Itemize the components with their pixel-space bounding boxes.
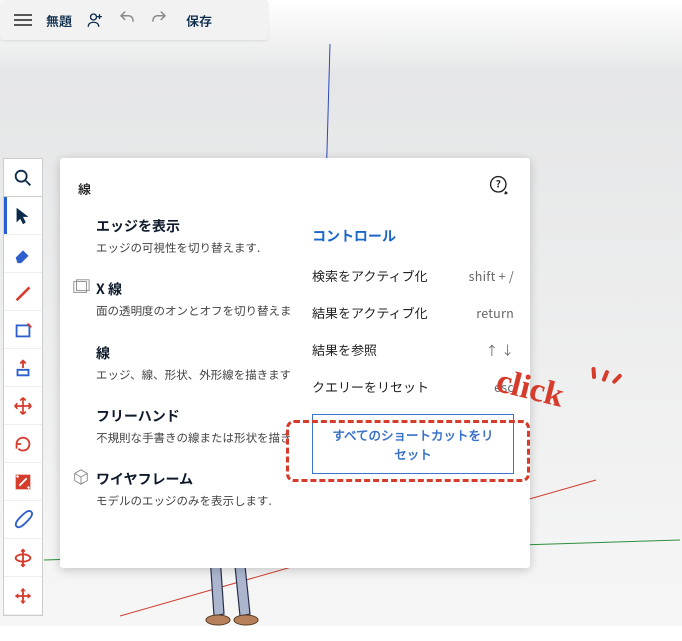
undo-icon[interactable]	[118, 9, 136, 31]
control-row: 結果を参照 ↑ ↓	[312, 340, 514, 359]
document-title: 無題	[46, 11, 72, 30]
orbit-tool-icon[interactable]	[4, 539, 42, 577]
controls-title: コントロール	[312, 226, 514, 246]
control-shortcut: return	[476, 303, 514, 322]
rotate-tool-icon[interactable]	[4, 425, 42, 463]
xray-icon	[72, 277, 90, 295]
control-label: 結果をアクティブ化	[312, 303, 428, 322]
push-pull-tool-icon[interactable]	[4, 349, 42, 387]
svg-text:?: ?	[496, 176, 501, 191]
control-label: クエリーをリセット	[312, 377, 429, 396]
wireframe-icon	[72, 467, 90, 485]
redo-icon[interactable]	[150, 9, 168, 31]
scale-tool-icon[interactable]	[4, 463, 42, 501]
save-button[interactable]: 保存	[186, 11, 212, 30]
control-row: 検索をアクティブ化 shift + /	[312, 266, 514, 285]
tape-measure-tool-icon[interactable]	[4, 501, 42, 539]
eraser-tool-icon[interactable]	[4, 235, 42, 273]
model-figure	[190, 556, 300, 641]
add-user-icon[interactable]	[86, 11, 104, 29]
control-shortcut: shift + /	[469, 266, 514, 285]
controls-panel: コントロール 検索をアクティブ化 shift + / 結果をアクティブ化 ret…	[290, 210, 530, 498]
menu-icon[interactable]	[14, 14, 32, 26]
control-label: 結果を参照	[312, 340, 377, 359]
pan-tool-icon[interactable]	[4, 577, 42, 615]
control-row: クエリーをリセット esc	[312, 377, 514, 396]
top-toolbar: 無題 保存	[0, 0, 268, 40]
reset-shortcuts-button[interactable]: すべてのショートカットをリセット	[312, 414, 514, 474]
control-shortcut: ↑ ↓	[485, 340, 514, 359]
search-tool-icon[interactable]	[4, 159, 42, 197]
search-panel-title: 線	[78, 179, 91, 198]
move-tool-icon[interactable]	[4, 387, 42, 425]
rectangle-tool-icon[interactable]	[4, 311, 42, 349]
help-icon[interactable]: ?	[488, 174, 512, 202]
line-tool-icon[interactable]	[4, 273, 42, 311]
control-label: 検索をアクティブ化	[312, 266, 428, 285]
select-tool-icon[interactable]	[4, 197, 42, 235]
left-toolbar	[3, 158, 43, 616]
control-shortcut: esc	[494, 377, 514, 396]
control-row: 結果をアクティブ化 return	[312, 303, 514, 322]
